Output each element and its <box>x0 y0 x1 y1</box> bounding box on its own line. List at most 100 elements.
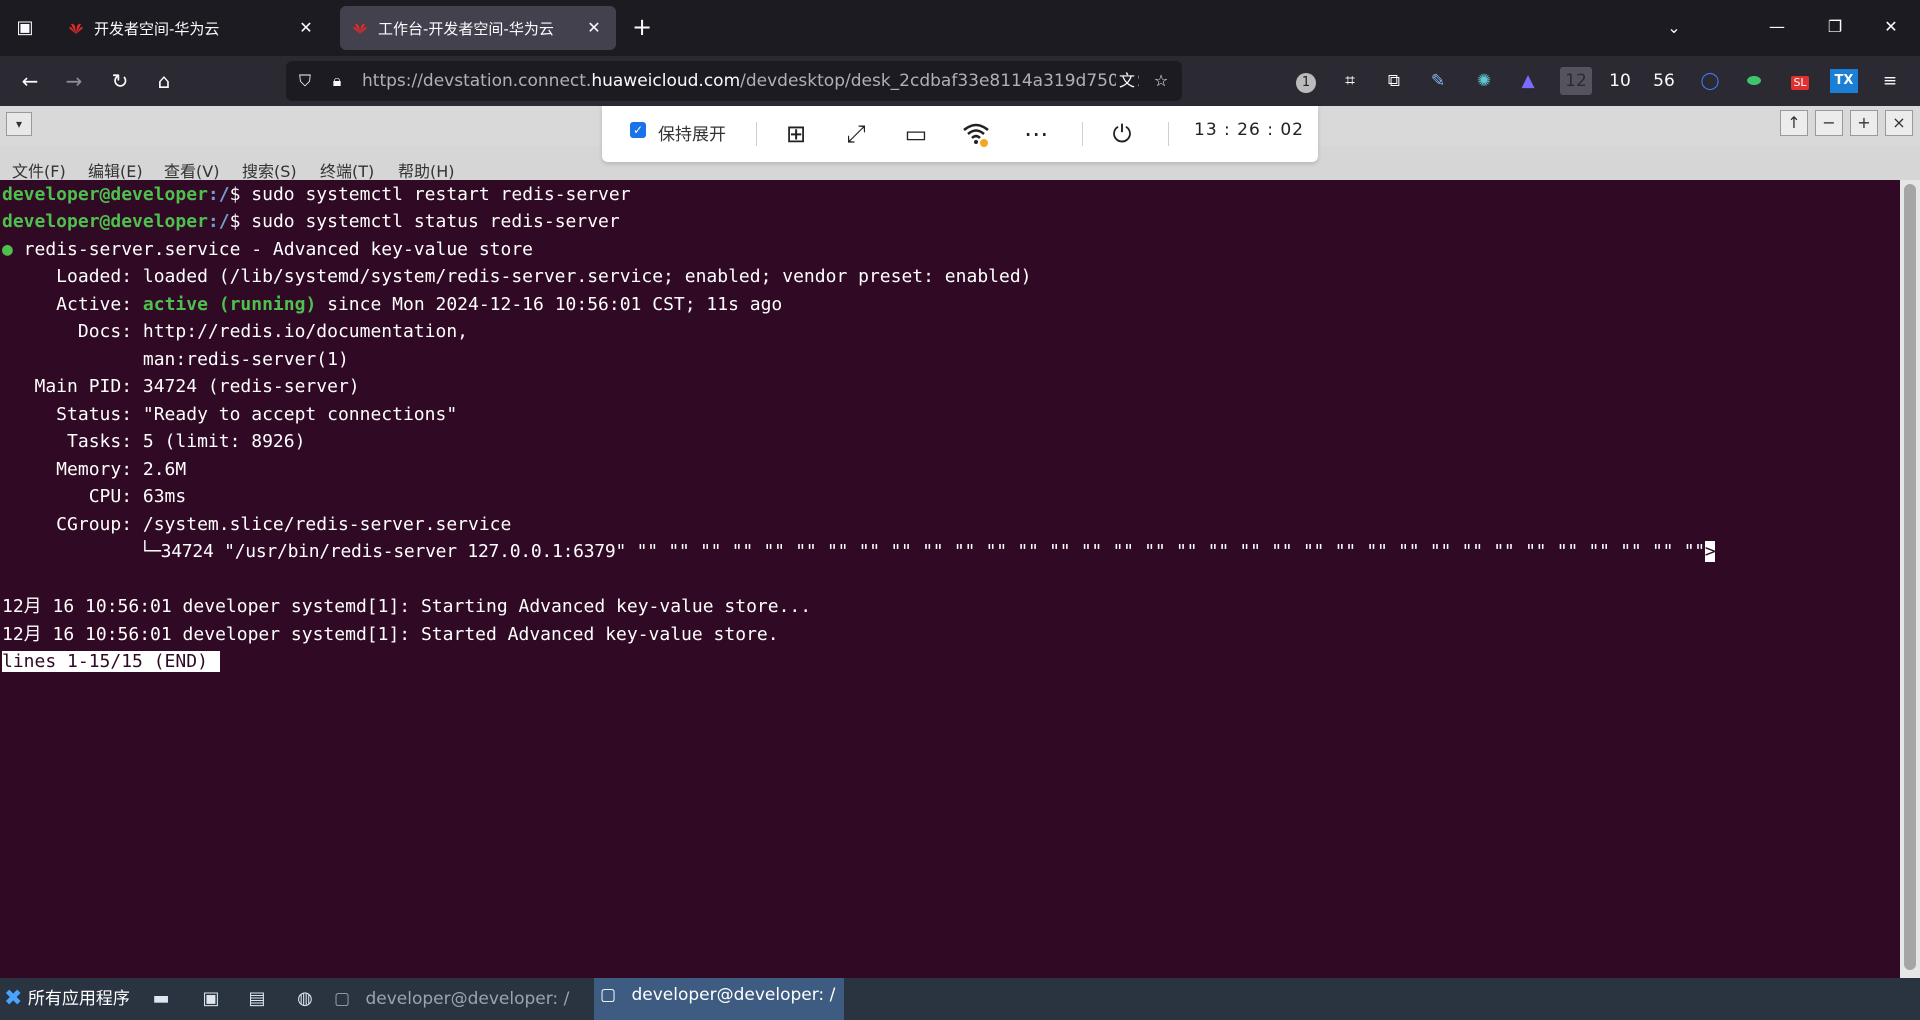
circle-extension-icon[interactable]: ◯ <box>1696 67 1724 95</box>
browser-tab[interactable]: 开发者空间-华为云 ✕ <box>56 6 328 50</box>
remote-desktop: ▾ ↑ − + × ✓ 保持展开 ⊞ ⤢ ▭ ⋯ ⏻ 13 : 26 : 02 … <box>0 106 1920 1020</box>
output-line: Tasks: 5 (limit: 8926) <box>2 431 306 452</box>
menu-edit[interactable]: 编辑(E) <box>88 158 143 182</box>
arrow-extension-icon[interactable]: ▲ <box>1514 67 1542 95</box>
star-icon[interactable]: ☆ <box>1150 70 1172 92</box>
new-window-icon[interactable]: ⊞ <box>780 118 812 150</box>
web-browser-icon[interactable]: ◍ <box>290 984 320 1014</box>
shield-icon[interactable]: ⛉ <box>294 70 316 92</box>
xfce-logo-icon: ✖ <box>4 986 23 1011</box>
output-line: CPU: 63ms <box>2 486 187 507</box>
output-line: Active: active (running) since Mon 2024-… <box>2 294 783 315</box>
output-line: Docs: http://redis.io/documentation, <box>2 321 468 342</box>
service-header: ● redis-server.service - Advanced key-va… <box>2 239 534 260</box>
output-line: └─34724 "/usr/bin/redis-server 127.0.0.1… <box>2 541 1716 562</box>
menu-search[interactable]: 搜索(S) <box>242 158 297 182</box>
menu-view[interactable]: 查看(V) <box>164 158 219 182</box>
close-window-icon[interactable]: ✕ <box>1868 8 1914 46</box>
terminal-window-icon: ▢ <box>600 985 617 1005</box>
keep-open-label: 保持展开 <box>658 125 726 145</box>
lock-icon[interactable]: 🔒︎ <box>326 70 348 92</box>
divider <box>1168 122 1169 146</box>
file-manager-icon[interactable]: ▤ <box>242 984 272 1014</box>
more-icon[interactable]: ⋯ <box>1020 118 1052 150</box>
counter-extension-b[interactable]: 10 <box>1606 67 1634 95</box>
command-line: developer@developer:/$ sudo systemctl st… <box>2 211 620 232</box>
restore-icon[interactable]: ❐ <box>1812 8 1858 46</box>
terminal-output[interactable]: developer@developer:/$ sudo systemctl re… <box>0 180 1900 978</box>
menu-icon[interactable]: ≡ <box>1876 67 1904 95</box>
fullscreen-icon[interactable]: ⤢ <box>840 118 872 150</box>
status-dot-icon: ● <box>2 239 13 260</box>
output-line: Status: "Ready to accept connections" <box>2 404 458 425</box>
divider <box>1082 122 1083 146</box>
counter-extension-a[interactable]: 12 <box>1560 67 1592 95</box>
menu-file[interactable]: 文件(F) <box>12 158 66 182</box>
taskbar-window-item-active[interactable]: ▢ developer@developer: / <box>594 978 844 1020</box>
reload-icon[interactable]: ↻ <box>104 65 136 97</box>
close-tab-icon[interactable]: ✕ <box>582 16 606 40</box>
command-line: developer@developer:/$ sudo systemctl re… <box>2 184 631 205</box>
window-maximize-icon[interactable]: + <box>1850 110 1878 136</box>
new-tab-icon[interactable]: + <box>628 14 656 42</box>
browser-tab-active[interactable]: 工作台-开发者空间-华为云 ✕ <box>340 6 616 50</box>
taskbar-window-label: developer@developer: / <box>365 989 570 1009</box>
menu-terminal[interactable]: 终端(T) <box>320 158 374 182</box>
url-text[interactable]: https://devstation.connect.huaweicloud.c… <box>362 71 1140 91</box>
navigation-toolbar: ← → ↻ ⌂ ⛉ 🔒︎ https://devstation.connect.… <box>0 56 1920 106</box>
list-all-tabs-icon[interactable]: ▣ <box>12 15 38 41</box>
network-extension-icon[interactable]: ✺ <box>1470 67 1498 95</box>
tx-extension-icon[interactable]: TX <box>1830 69 1858 93</box>
home-icon[interactable]: ⌂ <box>148 65 180 97</box>
terminal-window-icon: ▢ <box>334 989 351 1009</box>
tab-title: 工作台-开发者空间-华为云 <box>378 20 554 38</box>
back-icon[interactable]: ← <box>14 65 46 97</box>
keep-open-checkbox[interactable]: ✓ <box>630 122 646 138</box>
remote-desktop-toolbar: ✓ 保持展开 ⊞ ⤢ ▭ ⋯ ⏻ 13 : 26 : 02 <box>602 106 1318 162</box>
power-icon[interactable]: ⏻ <box>1106 118 1138 150</box>
chevron-down-icon[interactable]: ⌄ <box>1660 14 1688 42</box>
output-line: Memory: 2.6M <box>2 459 187 480</box>
window-menu-icon[interactable]: ▾ <box>6 112 32 136</box>
counter-extension-c[interactable]: 56 <box>1650 67 1678 95</box>
window-minimize-icon[interactable]: − <box>1815 110 1843 136</box>
line-continues-marker: > <box>1704 541 1716 562</box>
forward-icon[interactable]: → <box>58 65 90 97</box>
output-line: Main PID: 34724 (redis-server) <box>2 376 360 397</box>
scrollbar-thumb[interactable] <box>1904 184 1916 970</box>
divider <box>756 122 757 146</box>
terminal-scrollbar[interactable] <box>1900 180 1920 978</box>
crop-icon[interactable]: ⌗ <box>1336 67 1364 95</box>
browser-tab-strip: ▣ 开发者空间-华为云 ✕ 工作台-开发者空间-华为云 ✕ + ⌄ — ❐ ✕ <box>0 0 1920 56</box>
taskbar-window-label: developer@developer: / <box>631 985 836 1005</box>
close-tab-icon[interactable]: ✕ <box>294 16 318 40</box>
window-up-icon[interactable]: ↑ <box>1780 110 1808 136</box>
desktop-icon[interactable]: ▬ <box>146 984 176 1014</box>
menu-help[interactable]: 帮助(H) <box>398 158 455 182</box>
minimize-icon[interactable]: — <box>1754 8 1800 46</box>
toggle-extension-icon[interactable]: ⬬ <box>1740 67 1768 95</box>
terminal-launcher-icon[interactable]: ▣ <box>196 984 226 1014</box>
pager-status: lines 1-15/15 (END) <box>2 649 220 675</box>
translate-icon[interactable]: 文 <box>1116 70 1138 92</box>
huawei-logo-icon <box>69 23 83 34</box>
window-close-icon[interactable]: × <box>1885 110 1913 136</box>
output-line: CGroup: /system.slice/redis-server.servi… <box>2 514 512 535</box>
apps-menu-button[interactable]: ✖ 所有应用程序 <box>4 982 130 1016</box>
output-line: man:redis-server(1) <box>2 349 349 370</box>
display-icon[interactable]: ▭ <box>900 118 932 150</box>
extension-badge-icon[interactable]: 1 <box>1292 67 1320 95</box>
tab-title: 开发者空间-华为云 <box>94 20 220 38</box>
puzzle-icon[interactable]: ⧉ <box>1380 67 1408 95</box>
pen-extension-icon[interactable]: ✎ <box>1424 67 1452 95</box>
taskbar-window-item[interactable]: ▢ developer@developer: / <box>334 982 569 1016</box>
active-status: active (running) <box>142 294 317 315</box>
sl-extension-icon[interactable]: SL <box>1786 67 1814 95</box>
huawei-logo-icon <box>353 23 367 34</box>
session-clock: 13 : 26 : 02 <box>1194 120 1304 140</box>
address-bar[interactable]: ⛉ 🔒︎ https://devstation.connect.huaweicl… <box>286 61 1182 101</box>
desktop-taskbar: ✖ 所有应用程序 ▬ ▣ ▤ ◍ ▢ developer@developer: … <box>0 978 1920 1020</box>
log-line: 12月 16 10:56:01 developer systemd[1]: St… <box>2 596 812 617</box>
log-line: 12月 16 10:56:01 developer systemd[1]: St… <box>2 624 779 645</box>
wifi-icon[interactable] <box>960 118 992 150</box>
